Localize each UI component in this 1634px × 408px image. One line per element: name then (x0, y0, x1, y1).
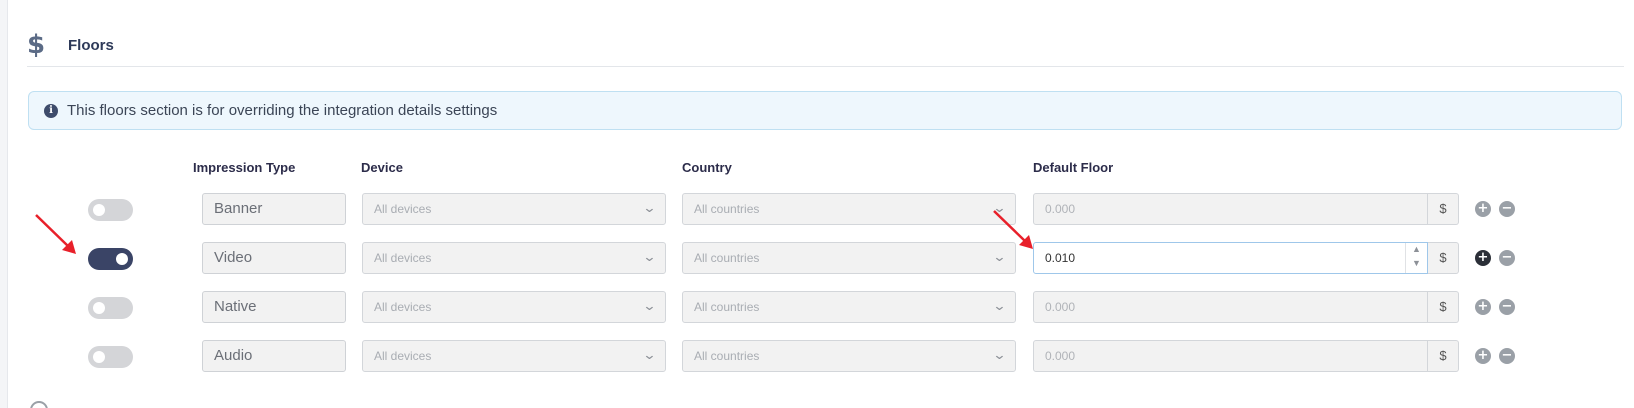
device-select[interactable]: All devices ⌄ (362, 291, 666, 323)
chevron-down-icon: ⌄ (642, 298, 657, 313)
default-floor-value: 0.000 (1045, 202, 1076, 216)
default-floor-input[interactable]: 0.010 ▲ ▼ (1033, 242, 1428, 274)
annotation-arrow-icon (993, 210, 1033, 249)
country-select[interactable]: All countries ⌄ (682, 193, 1016, 225)
enable-toggle-native[interactable] (88, 297, 133, 319)
floor-row-audio: Audio All devices ⌄ All countries ⌄ 0.000 … (0, 340, 1634, 372)
device-select[interactable]: All devices ⌄ (362, 340, 666, 372)
floor-row-banner: Banner All devices ⌄ All countries ⌄ 0.000… (0, 193, 1634, 225)
remove-row-button[interactable]: − (1499, 250, 1515, 266)
remove-row-button[interactable]: − (1499, 348, 1515, 364)
annotation-arrow-icon (35, 214, 76, 254)
country-select-value: All countries (694, 349, 760, 363)
impression-type-field: Audio (202, 340, 346, 372)
info-text: This floors section is for overriding th… (67, 102, 498, 119)
device-select[interactable]: All devices ⌄ (362, 242, 666, 274)
country-select[interactable]: All countries ⌄ (682, 291, 1016, 323)
device-select-value: All devices (374, 251, 432, 265)
currency-addon: $ (1428, 193, 1459, 225)
spinner-down-icon[interactable]: ▼ (1412, 258, 1421, 268)
toggle-knob (93, 204, 105, 216)
device-select-value: All devices (374, 202, 432, 216)
country-select[interactable]: All countries ⌄ (682, 340, 1016, 372)
default-floor-value: 0.000 (1045, 300, 1076, 314)
remove-row-button[interactable]: − (1499, 201, 1515, 217)
chevron-down-icon: ⌄ (992, 347, 1007, 362)
device-select-value: All devices (374, 300, 432, 314)
currency-addon: $ (1428, 340, 1459, 372)
currency-addon: $ (1428, 242, 1459, 274)
chevron-down-icon: ⌄ (642, 249, 657, 264)
device-select-value: All devices (374, 349, 432, 363)
info-icon: i (44, 104, 58, 118)
impression-type-field: Native (202, 291, 346, 323)
default-floor-value: 0.000 (1045, 349, 1076, 363)
enable-toggle-audio[interactable] (88, 346, 133, 368)
add-row-button[interactable]: + (1475, 201, 1491, 217)
impression-type-field: Banner (202, 193, 346, 225)
floor-row-video: Video All devices ⌄ All countries ⌄ 0.010 … (0, 242, 1634, 274)
country-select-value: All countries (694, 202, 760, 216)
toggle-knob (116, 253, 128, 265)
add-row-button[interactable]: + (1475, 348, 1491, 364)
currency-addon: $ (1428, 291, 1459, 323)
default-floor-input[interactable]: 0.000 (1033, 193, 1428, 225)
country-select-value: All countries (694, 251, 760, 265)
section-title: Floors (68, 37, 114, 54)
chevron-down-icon: ⌄ (642, 347, 657, 362)
add-row-button[interactable]: + (1475, 250, 1491, 266)
impression-type-field: Video (202, 242, 346, 274)
column-header-country: Country (682, 160, 732, 175)
partial-section-icon (30, 401, 48, 408)
section-header: $ Floors (27, 30, 1624, 67)
default-floor-value: 0.010 (1045, 251, 1076, 265)
chevron-down-icon: ⌄ (642, 200, 657, 215)
remove-row-button[interactable]: − (1499, 299, 1515, 315)
dollar-icon: $ (27, 30, 46, 60)
enable-toggle-banner[interactable] (88, 199, 133, 221)
spinner-up-icon[interactable]: ▲ (1412, 244, 1421, 254)
country-select-value: All countries (694, 300, 760, 314)
device-select[interactable]: All devices ⌄ (362, 193, 666, 225)
toggle-knob (93, 351, 105, 363)
chevron-down-icon: ⌄ (992, 298, 1007, 313)
add-row-button[interactable]: + (1475, 299, 1491, 315)
floor-row-native: Native All devices ⌄ All countries ⌄ 0.000… (0, 291, 1634, 323)
info-alert: i This floors section is for overriding … (28, 91, 1622, 130)
column-header-device: Device (361, 160, 403, 175)
default-floor-input[interactable]: 0.000 (1033, 291, 1428, 323)
column-header-impression-type: Impression Type (193, 160, 296, 175)
enable-toggle-video[interactable] (88, 248, 133, 270)
country-select[interactable]: All countries ⌄ (682, 242, 1016, 274)
default-floor-input[interactable]: 0.000 (1033, 340, 1428, 372)
number-spinner[interactable]: ▲ ▼ (1405, 243, 1427, 273)
toggle-knob (93, 302, 105, 314)
column-header-default-floor: Default Floor (1033, 160, 1114, 175)
